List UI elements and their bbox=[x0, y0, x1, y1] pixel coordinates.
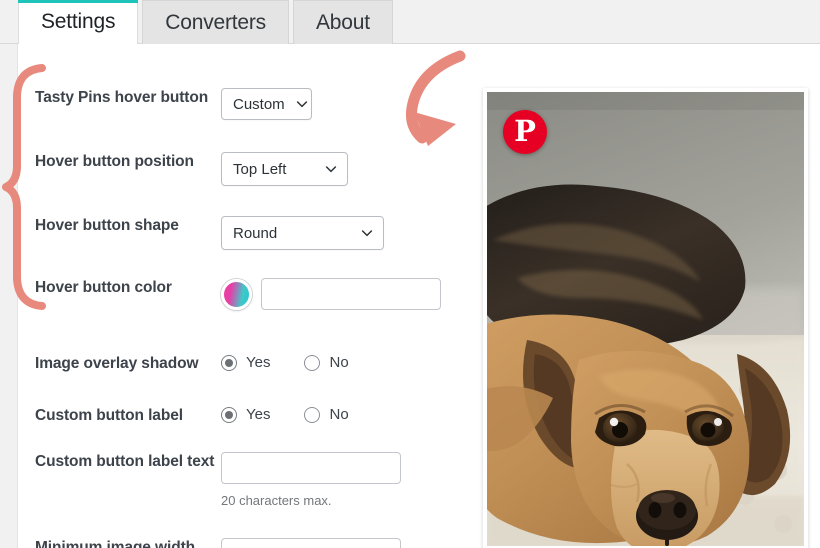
radio-custom-button-label-yes-label: Yes bbox=[246, 406, 271, 423]
chevron-down-icon bbox=[324, 162, 338, 176]
row-minimum-image-width: Minimum image width bbox=[19, 538, 469, 548]
label-hover-button: Tasty Pins hover button bbox=[35, 89, 209, 106]
tab-about-label: About bbox=[316, 10, 370, 34]
radio-custom-button-label-no-label: No bbox=[329, 406, 349, 423]
row-custom-button-label-text: Custom button label text 20 characters m… bbox=[19, 452, 469, 508]
radio-overlay-shadow-yes-label: Yes bbox=[246, 354, 271, 371]
pinterest-save-button[interactable]: P bbox=[503, 110, 547, 154]
radio-selected-icon bbox=[221, 406, 237, 423]
label-overlay-shadow: Image overlay shadow bbox=[35, 355, 199, 372]
radio-custom-button-label-no[interactable]: No bbox=[304, 406, 349, 423]
minimum-image-width-input[interactable] bbox=[221, 538, 401, 548]
select-hover-button[interactable]: Custom bbox=[221, 88, 312, 120]
chevron-down-icon bbox=[295, 97, 309, 111]
radio-group-custom-button-label: Yes No bbox=[221, 406, 469, 423]
control-custom-button-label: Yes No bbox=[221, 406, 469, 423]
radio-overlay-shadow-no-label: No bbox=[329, 354, 349, 371]
radio-custom-button-label-yes[interactable]: Yes bbox=[221, 406, 270, 423]
tab-converters-label: Converters bbox=[165, 10, 266, 34]
radio-overlay-shadow-yes[interactable]: Yes bbox=[221, 354, 270, 371]
row-hover-shape: Hover button shape Round bbox=[19, 216, 469, 250]
row-hover-color: Hover button color bbox=[19, 278, 469, 310]
radio-group-overlay-shadow: Yes No bbox=[221, 354, 469, 371]
control-overlay-shadow: Yes No bbox=[221, 354, 469, 371]
tab-converters[interactable]: Converters bbox=[142, 0, 289, 44]
label-minimum-image-width: Minimum image width bbox=[35, 539, 195, 548]
radio-overlay-shadow-no[interactable]: No bbox=[304, 354, 349, 371]
select-hover-shape-value: Round bbox=[233, 224, 278, 242]
color-swatch-icon[interactable] bbox=[221, 278, 252, 310]
control-hover-button: Custom bbox=[221, 88, 469, 120]
control-custom-button-label-text: 20 characters max. bbox=[221, 452, 469, 508]
custom-button-label-text-helper: 20 characters max. bbox=[221, 493, 332, 508]
hover-color-input[interactable] bbox=[261, 278, 441, 310]
label-custom-button-label: Custom button label bbox=[35, 407, 183, 424]
control-hover-position: Top Left bbox=[221, 152, 469, 186]
label-hover-position: Hover button position bbox=[35, 153, 194, 170]
control-hover-color bbox=[221, 278, 469, 310]
row-hover-button: Tasty Pins hover button Custom bbox=[19, 88, 469, 120]
dog-photo-preview: P bbox=[487, 92, 804, 546]
select-hover-position[interactable]: Top Left bbox=[221, 152, 348, 186]
row-hover-position: Hover button position Top Left bbox=[19, 152, 469, 186]
pinterest-p-icon: P bbox=[514, 113, 536, 148]
tab-settings[interactable]: Settings bbox=[18, 0, 139, 44]
color-picker bbox=[221, 278, 469, 310]
chevron-down-icon bbox=[360, 226, 374, 240]
select-hover-position-value: Top Left bbox=[233, 160, 287, 178]
preview-frame: P bbox=[483, 88, 808, 548]
row-custom-button-label: Custom button label Yes No bbox=[19, 406, 469, 425]
tab-bar: Settings Converters About bbox=[0, 0, 820, 44]
radio-unselected-icon bbox=[304, 406, 321, 423]
row-overlay-shadow: Image overlay shadow Yes No bbox=[19, 354, 469, 373]
label-hover-shape: Hover button shape bbox=[35, 217, 179, 234]
tab-strip: Settings Converters About bbox=[18, 0, 393, 44]
radio-selected-icon bbox=[221, 354, 237, 371]
select-hover-button-value: Custom bbox=[233, 95, 285, 113]
dog-photo-illustration bbox=[487, 92, 804, 546]
custom-button-label-text-input[interactable] bbox=[221, 452, 401, 484]
left-gutter bbox=[0, 0, 18, 548]
control-minimum-image-width bbox=[221, 538, 469, 548]
tab-settings-label: Settings bbox=[41, 9, 116, 33]
select-hover-shape[interactable]: Round bbox=[221, 216, 384, 250]
label-hover-color: Hover button color bbox=[35, 279, 172, 296]
label-custom-button-label-text: Custom button label text bbox=[35, 453, 215, 470]
control-hover-shape: Round bbox=[221, 216, 469, 250]
app-window: Settings Converters About Tasty Pins hov… bbox=[0, 0, 820, 548]
tab-about[interactable]: About bbox=[293, 0, 393, 44]
radio-unselected-icon bbox=[304, 354, 321, 371]
